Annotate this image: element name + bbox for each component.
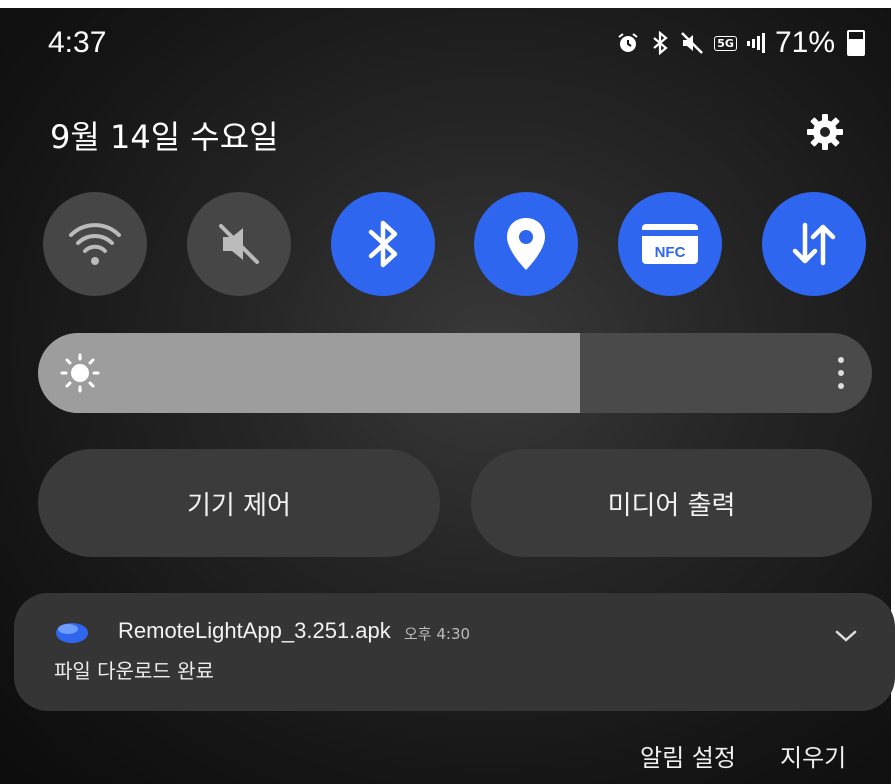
quick-setting-mobile-data[interactable] xyxy=(762,192,866,296)
quick-setting-bluetooth[interactable] xyxy=(331,192,435,296)
mute-icon xyxy=(219,224,259,264)
notification-body: 파일 다운로드 완료 xyxy=(54,659,214,683)
notification-title: RemoteLightApp_3.251.apk xyxy=(118,618,391,643)
chevron-down-icon[interactable] xyxy=(834,627,858,645)
device-control-label: 기기 제어 xyxy=(187,490,291,521)
brightness-fill xyxy=(38,333,581,413)
clock: 4:37 xyxy=(48,26,107,59)
status-icons: 5G 71% xyxy=(616,26,865,60)
5g-icon: 5G xyxy=(714,35,737,51)
quick-setting-wifi[interactable] xyxy=(43,192,147,296)
bluetooth-icon xyxy=(368,220,398,268)
nfc-label: NFC xyxy=(655,244,686,261)
media-output-label: 미디어 출력 xyxy=(607,490,736,521)
device-control-button[interactable]: 기기 제어 xyxy=(38,449,440,557)
frame-edge-top xyxy=(0,0,895,8)
quick-setting-nfc[interactable]: NFC xyxy=(618,192,722,296)
date-label: 9월 14일 수요일 xyxy=(50,118,279,156)
location-icon xyxy=(507,218,545,270)
gear-icon[interactable] xyxy=(805,112,845,152)
notification-time: 오후 4:30 xyxy=(404,625,471,643)
quick-setting-sound[interactable] xyxy=(187,192,291,296)
alarm-icon xyxy=(616,31,640,55)
clear-notifications-button[interactable]: 지우기 xyxy=(780,738,846,773)
brightness-slider[interactable] xyxy=(38,333,872,413)
battery-percent: 71% xyxy=(774,26,835,59)
mute-icon xyxy=(680,31,704,55)
quick-setting-location[interactable] xyxy=(474,192,578,296)
data-transfer-icon xyxy=(792,222,836,266)
nfc-icon: NFC xyxy=(642,224,698,264)
media-output-button[interactable]: 미디어 출력 xyxy=(471,449,872,557)
notification-settings-button[interactable]: 알림 설정 xyxy=(640,738,736,773)
sun-icon xyxy=(60,353,100,393)
notification-card[interactable]: RemoteLightApp_3.251.apk 오후 4:30 파일 다운로드… xyxy=(14,593,895,711)
battery-icon xyxy=(847,30,865,56)
wifi-icon xyxy=(69,223,121,265)
more-options-icon[interactable] xyxy=(836,355,846,391)
signal-icon xyxy=(746,33,765,53)
download-app-icon xyxy=(54,619,94,645)
bluetooth-icon xyxy=(650,31,670,55)
status-bar: 4:37 5G 71% xyxy=(0,20,895,70)
